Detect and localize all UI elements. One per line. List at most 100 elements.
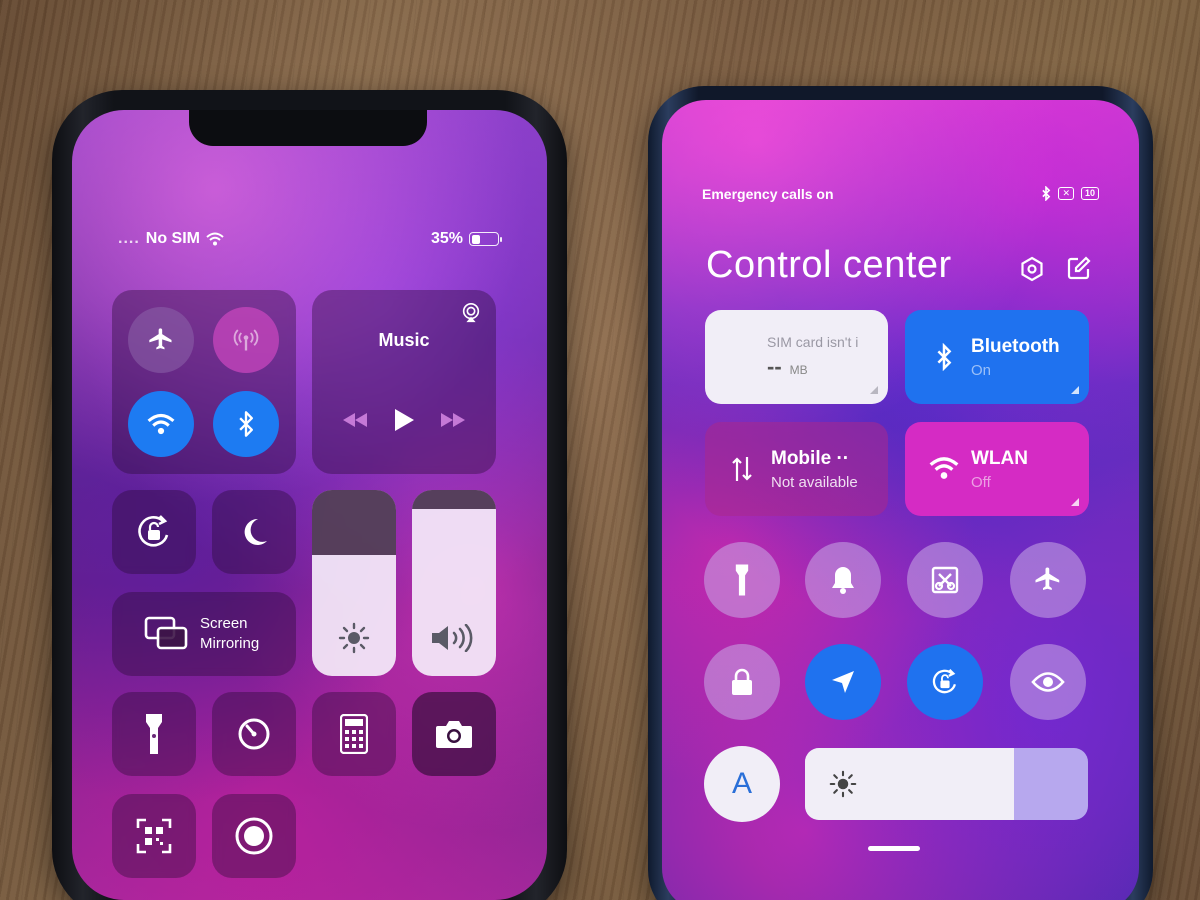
battery-level-badge: 10 (1080, 187, 1099, 200)
moon-icon (238, 516, 270, 548)
music-title: Music (378, 330, 430, 350)
calculator-icon (340, 714, 368, 754)
ios-status-bar: .... No SIM 35% (72, 230, 547, 254)
calculator-button[interactable] (312, 692, 396, 776)
sim-off-icon: ✕ (1058, 187, 1074, 200)
wifi-toggle[interactable] (128, 391, 194, 457)
flashlight-icon (733, 563, 751, 597)
settings-icon[interactable] (1019, 256, 1045, 282)
mobile-card-title: Mobile ·· (771, 448, 850, 469)
cellular-data-toggle[interactable] (213, 307, 279, 373)
lock-screen-toggle[interactable] (704, 644, 780, 720)
screenshot-toggle[interactable] (907, 542, 983, 618)
rotation-lock-icon (929, 666, 961, 698)
mobile-data-usage-card[interactable]: SIM card isn't i -- MB (705, 310, 888, 404)
home-indicator[interactable] (868, 846, 920, 851)
rotation-lock-icon (133, 511, 175, 553)
reading-mode-toggle[interactable] (1010, 644, 1086, 720)
airplane-icon (147, 326, 175, 354)
flashlight-toggle[interactable] (704, 542, 780, 618)
screen-mirroring-button[interactable]: Screen Mirroring (112, 592, 296, 676)
brightness-slider[interactable] (312, 490, 396, 676)
eye-icon (1031, 671, 1065, 693)
rotation-lock-toggle[interactable] (112, 490, 196, 574)
page-title: Control center (706, 244, 952, 286)
previous-track-button[interactable] (342, 412, 368, 428)
expand-corner-icon (1071, 498, 1079, 506)
volume-slider[interactable] (412, 490, 496, 676)
scissors-screenshot-icon (930, 565, 960, 595)
battery-percentage: 35% (430, 230, 463, 247)
bluetooth-card[interactable]: Bluetooth On (905, 310, 1089, 404)
volume-slider-empty (412, 490, 496, 509)
airplane-mode-toggle[interactable] (128, 307, 194, 373)
flashlight-icon (144, 712, 164, 756)
music-module[interactable]: Music (312, 290, 496, 474)
location-arrow-icon (829, 668, 857, 696)
bluetooth-card-icon (935, 343, 953, 371)
xiaomi-device: Emergency calls on ✕ 10 Control center S… (648, 86, 1153, 900)
cellular-antenna-icon (232, 326, 260, 354)
wifi-icon (147, 412, 175, 436)
iphone-screen: .... No SIM 35% Music Screen Mirroring (72, 110, 547, 900)
record-icon (234, 816, 274, 856)
camera-button[interactable] (412, 692, 496, 776)
sim-card-label: SIM card isn't i (767, 334, 859, 350)
sound-toggle[interactable] (805, 542, 881, 618)
brightness-slider-empty (312, 490, 396, 556)
screen-mirroring-label-line1: Screen (200, 615, 248, 632)
iphone-device: .... No SIM 35% Music Screen Mirroring (52, 90, 567, 900)
edit-icon[interactable] (1067, 256, 1091, 282)
data-usage-value: -- (767, 354, 782, 379)
auto-brightness-label: A (731, 767, 752, 800)
camera-icon (434, 718, 474, 750)
data-usage-unit: MB (789, 363, 808, 377)
bell-icon (829, 565, 857, 595)
location-toggle[interactable] (805, 644, 881, 720)
airplane-icon (1033, 565, 1063, 595)
bluetooth-card-status: On (971, 362, 992, 379)
timer-icon (236, 716, 272, 752)
bluetooth-status-icon (1041, 186, 1051, 201)
bluetooth-icon (235, 410, 257, 438)
mobile-card-status: Not available (771, 474, 858, 491)
auto-brightness-toggle[interactable]: A (704, 746, 780, 822)
wifi-status-icon (206, 232, 224, 246)
sun-icon (338, 622, 370, 654)
expand-corner-icon (870, 386, 878, 394)
speaker-icon (430, 624, 478, 652)
qr-scanner-button[interactable] (112, 794, 196, 878)
wifi-card-icon (929, 456, 959, 480)
battery-icon (469, 232, 502, 246)
expand-corner-icon (1071, 386, 1079, 394)
wlan-card-title: WLAN (971, 448, 1028, 469)
signal-dots: .... (118, 230, 140, 247)
screen-mirroring-icon (144, 616, 188, 650)
bluetooth-card-title: Bluetooth (971, 336, 1060, 357)
do-not-disturb-toggle[interactable] (212, 490, 296, 574)
wlan-card-status: Off (971, 474, 991, 491)
xiaomi-screen: Emergency calls on ✕ 10 Control center S… (662, 100, 1139, 900)
next-track-button[interactable] (440, 412, 466, 428)
screen-recording-button[interactable] (212, 794, 296, 878)
iphone-notch (189, 110, 427, 146)
sun-icon (829, 770, 857, 798)
screen-mirroring-label-line2: Mirroring (200, 635, 260, 652)
auto-rotate-toggle[interactable] (907, 644, 983, 720)
qr-code-icon (136, 818, 172, 854)
timer-button[interactable] (212, 692, 296, 776)
wlan-card[interactable]: WLAN Off (905, 422, 1089, 516)
mobile-network-card[interactable]: Mobile ·· Not available (705, 422, 888, 516)
airplay-icon[interactable] (460, 302, 482, 324)
airplane-mode-toggle[interactable] (1010, 542, 1086, 618)
mi-status-bar: Emergency calls on ✕ 10 (702, 186, 1099, 206)
connectivity-module (112, 290, 296, 474)
mobile-data-arrows-icon (731, 455, 753, 483)
emergency-calls-label: Emergency calls on (702, 186, 834, 202)
lock-icon (729, 667, 755, 697)
flashlight-button[interactable] (112, 692, 196, 776)
brightness-slider[interactable] (805, 748, 1088, 820)
play-button[interactable] (393, 408, 415, 432)
bluetooth-toggle[interactable] (213, 391, 279, 457)
carrier-label: No SIM (145, 230, 200, 247)
